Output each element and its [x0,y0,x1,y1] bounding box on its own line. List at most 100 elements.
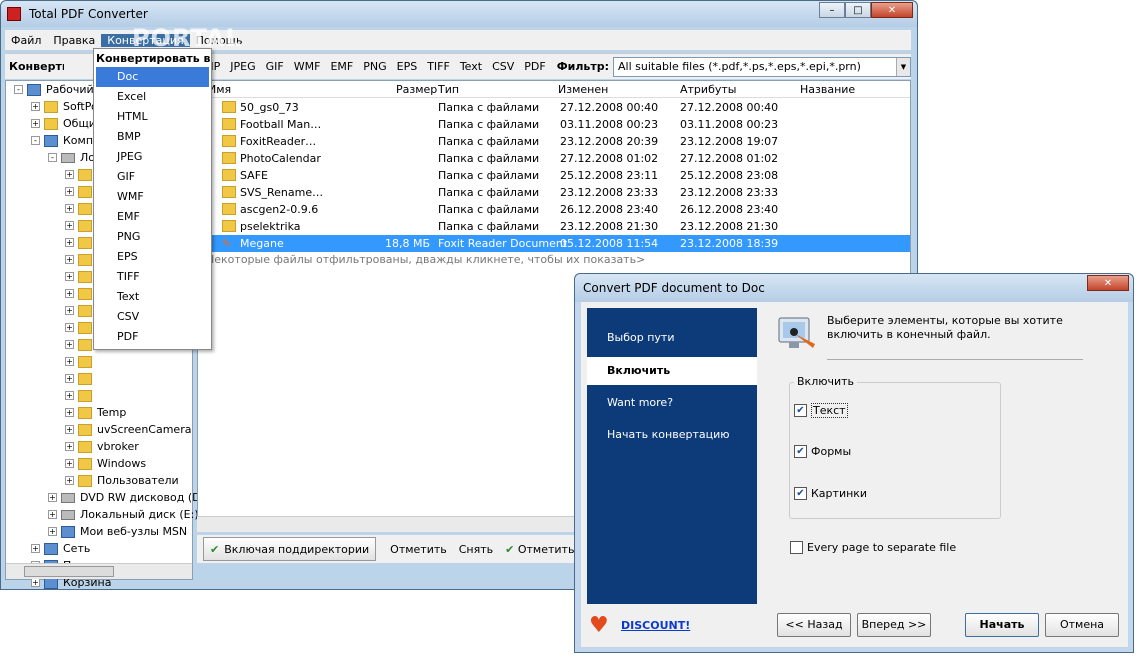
step-include[interactable]: Включить [587,357,757,385]
dropdown-arrow-icon[interactable]: ▼ [896,57,910,76]
step-choose-path[interactable]: Выбор пути [587,324,757,352]
convert-to-csv[interactable]: CSV [94,307,211,327]
table-row[interactable]: pselektrika Папка с файлами 23.12.2008 21:… [198,218,910,235]
maximize-button[interactable]: □ [845,2,871,18]
tree-item[interactable]: + vbroker [65,438,139,455]
format-button-gif[interactable]: GIF [261,60,289,73]
column-header[interactable]: Размер [396,83,437,96]
step-want-more[interactable]: Want more? [587,389,757,417]
expand-icon[interactable]: + [65,238,74,247]
cancel-button[interactable]: Отмена [1045,613,1119,637]
convert-to-text[interactable]: Text [94,287,211,307]
expand-icon[interactable]: + [65,408,74,417]
column-header[interactable]: Тип [438,83,459,96]
tree-item[interactable]: + Сеть [31,540,90,557]
expand-icon[interactable]: + [65,289,74,298]
convert-to-tiff[interactable]: TIFF [94,267,211,287]
tree-item[interactable]: + Temp [65,404,126,421]
text-checkbox[interactable]: ✔ Текст [794,403,848,418]
expand-icon[interactable]: + [31,119,40,128]
menu-edit[interactable]: Правка [47,34,101,47]
expand-icon[interactable]: + [65,476,74,485]
convert-to-excel[interactable]: Excel [94,87,211,107]
expand-icon[interactable]: + [65,221,74,230]
table-row[interactable]: ✎ Megane 18,8 МБ Foxit Reader Document 05.12… [198,235,910,252]
convert-to-html[interactable]: HTML [94,107,211,127]
step-start-conversion[interactable]: Начать конвертацию [587,421,757,449]
images-checkbox[interactable]: ✔ Картинки [794,487,867,500]
expand-icon[interactable]: + [65,272,74,281]
collapse-icon[interactable]: - [48,153,57,162]
expand-icon[interactable]: + [65,374,74,383]
next-button[interactable]: Вперед >> [857,613,931,637]
format-button-jpeg[interactable]: JPEG [225,60,260,73]
expand-icon[interactable]: + [48,510,57,519]
expand-icon[interactable]: + [65,459,74,468]
table-row[interactable]: SVS_Rename… Папка с файлами 23.12.2008 23:… [198,184,910,201]
expand-icon[interactable]: + [65,391,74,400]
expand-icon[interactable]: + [48,527,57,536]
close-button[interactable]: ✕ [871,2,913,18]
mark-button[interactable]: Отметить [384,543,453,556]
filter-select[interactable]: All suitable files (*.pdf,*.ps,*.eps,*.e… [613,56,911,77]
tree-item[interactable]: + [65,387,97,404]
table-row[interactable]: ascgen2-0.9.6 Папка с файлами 26.12.2008 2… [198,201,910,218]
table-row[interactable]: PhotoCalendar Папка с файлами 27.12.2008 0… [198,150,910,167]
tree-scrollbar[interactable] [6,563,192,579]
expand-icon[interactable]: + [65,170,74,179]
expand-icon[interactable]: + [65,255,74,264]
convert-to-bmp[interactable]: BMP [94,127,211,147]
forms-checkbox[interactable]: ✔ Формы [794,445,851,458]
expand-icon[interactable]: + [65,425,74,434]
scroll-thumb[interactable] [24,566,114,577]
convert-to-jpeg[interactable]: JPEG [94,147,211,167]
convert-to-emf[interactable]: EMF [94,207,211,227]
format-button-emf[interactable]: EMF [325,60,358,73]
include-subdirs-button[interactable]: ✔ Включая поддиректории [203,537,377,561]
format-button-eps[interactable]: EPS [392,60,423,73]
tree-item[interactable]: + DVD RW дисковод (D: [48,489,204,506]
expand-icon[interactable]: + [65,323,74,332]
tree-item[interactable]: + Общие [31,115,103,132]
unmark-button[interactable]: Снять [453,543,499,556]
tree-item[interactable]: + Пользователи [65,472,179,489]
convert-to-eps[interactable]: EPS [94,247,211,267]
filter-note[interactable]: Некоторые файлы отфильтрованы, дважды кл… [206,253,645,266]
expand-icon[interactable]: + [65,357,74,366]
start-button[interactable]: Начать [965,613,1039,637]
format-button-pdf[interactable]: PDF [519,60,550,73]
convert-to-png[interactable]: PNG [94,227,211,247]
table-row[interactable]: FoxitReader… Папка с файлами 23.12.2008 20… [198,133,910,150]
expand-icon[interactable]: + [31,102,40,111]
tree-item[interactable]: + [65,370,97,387]
tree-item[interactable]: + uvScreenCamera [65,421,191,438]
expand-icon[interactable]: + [65,442,74,451]
collapse-icon[interactable]: - [31,136,40,145]
menu-file[interactable]: Файл [5,34,47,47]
column-header[interactable]: Атрибуты [680,83,736,96]
format-button-csv[interactable]: CSV [487,60,519,73]
minimize-button[interactable]: – [819,2,845,18]
expand-icon[interactable]: + [31,544,40,553]
table-row[interactable]: SAFE Папка с файлами 25.12.2008 23:11 25.12… [198,167,910,184]
format-button-wmf[interactable]: WMF [289,60,326,73]
table-row[interactable]: 50_gs0_73 Папка с файлами 27.12.2008 00:40… [198,99,910,116]
convert-to-doc[interactable]: Doc [96,67,209,87]
table-row[interactable]: Football Man… Папка с файлами 03.11.2008 0… [198,116,910,133]
convert-to-gif[interactable]: GIF [94,167,211,187]
dialog-close-button[interactable]: ✕ [1087,275,1129,291]
expand-icon[interactable]: + [31,578,40,587]
expand-icon[interactable]: + [65,204,74,213]
format-button-text[interactable]: Text [455,60,487,73]
format-button-png[interactable]: PNG [358,60,391,73]
expand-icon[interactable]: + [65,187,74,196]
tree-item[interactable]: + Windows [65,455,146,472]
convert-to-wmf[interactable]: WMF [94,187,211,207]
collapse-icon[interactable]: - [14,85,23,94]
mark-all-button[interactable]: ✔ Отметить [499,543,580,556]
column-header[interactable]: Название [800,83,855,96]
format-button-tiff[interactable]: TIFF [422,60,455,73]
expand-icon[interactable]: + [65,306,74,315]
expand-icon[interactable]: + [48,493,57,502]
convert-to-pdf[interactable]: PDF [94,327,211,347]
